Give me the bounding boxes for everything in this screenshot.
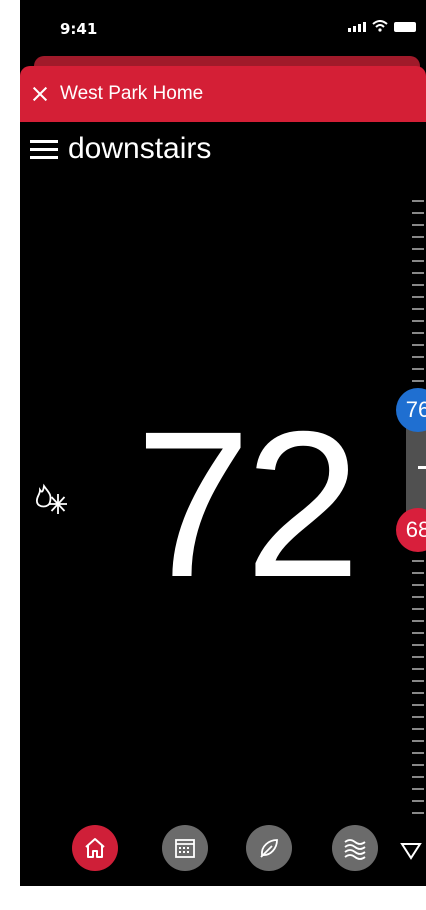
- scale-tick: [412, 224, 424, 226]
- scale-tick: [412, 260, 424, 262]
- location-header: West Park Home: [20, 66, 426, 122]
- battery-icon: [394, 22, 416, 32]
- scale-tick: [412, 668, 424, 670]
- scale-tick: [412, 380, 424, 382]
- wifi-icon: [372, 20, 388, 32]
- scale-tick: [412, 596, 424, 598]
- scale-tick: [412, 560, 424, 562]
- scale-tick: [412, 632, 424, 634]
- scale-tick: [412, 800, 424, 802]
- scale-tick: [412, 608, 424, 610]
- signal-icon: [348, 22, 366, 32]
- status-time: 9:41: [60, 20, 98, 38]
- scale-tick: [412, 296, 424, 298]
- scale-tick: [412, 572, 424, 574]
- scale-tick: [412, 728, 424, 730]
- scale-tick: [412, 584, 424, 586]
- scale-tick: [412, 356, 424, 358]
- current-temperature: 72: [135, 389, 360, 621]
- status-bar: 9:41: [20, 0, 426, 52]
- close-icon[interactable]: [32, 86, 48, 102]
- scale-tick: [412, 272, 424, 274]
- home-button[interactable]: [72, 825, 118, 871]
- schedule-icon: [175, 839, 195, 858]
- scale-tick: [412, 308, 424, 310]
- home-icon: [85, 838, 105, 858]
- scale-tick: [412, 644, 424, 646]
- scale-tick: [412, 248, 424, 250]
- scale-tick: [412, 776, 424, 778]
- scale-tick: [412, 320, 424, 322]
- status-icons: [348, 20, 416, 32]
- scale-tick: [412, 812, 424, 814]
- scale-tick: [412, 704, 424, 706]
- zone-name[interactable]: downstairs: [68, 132, 211, 166]
- location-title: West Park Home: [60, 83, 204, 104]
- scale-tick: [412, 740, 424, 742]
- scale-tick: [412, 656, 424, 658]
- scale-tick: [412, 200, 424, 202]
- eco-leaf-icon: [260, 839, 278, 858]
- thermostat-screen: 9:41 West Park Home downstairs 72 76 68: [20, 0, 426, 886]
- heat-cool-icon: [35, 483, 67, 514]
- scale-tick: [412, 692, 424, 694]
- cool-setpoint-badge[interactable]: 76: [396, 388, 426, 432]
- zone-selector: downstairs: [20, 122, 426, 182]
- heat-setpoint-badge[interactable]: 68: [396, 508, 426, 552]
- scale-tick: [412, 680, 424, 682]
- scale-tick: [412, 332, 424, 334]
- fan-icon: [344, 839, 366, 860]
- scale-tick: [412, 344, 424, 346]
- schedule-button[interactable]: [162, 825, 208, 871]
- scale-tick: [412, 620, 424, 622]
- scale-tick: [412, 284, 424, 286]
- menu-icon[interactable]: [30, 137, 58, 161]
- current-temperature-marker: [418, 466, 426, 469]
- scale-tick: [412, 752, 424, 754]
- scale-tick: [412, 764, 424, 766]
- scale-tick: [412, 236, 424, 238]
- scale-tick: [412, 716, 424, 718]
- fan-button[interactable]: [332, 825, 378, 871]
- scale-tick: [412, 788, 424, 790]
- triangle-down-icon[interactable]: [400, 842, 422, 860]
- scale-tick: [412, 368, 424, 370]
- eco-button[interactable]: [246, 825, 292, 871]
- scale-tick: [412, 212, 424, 214]
